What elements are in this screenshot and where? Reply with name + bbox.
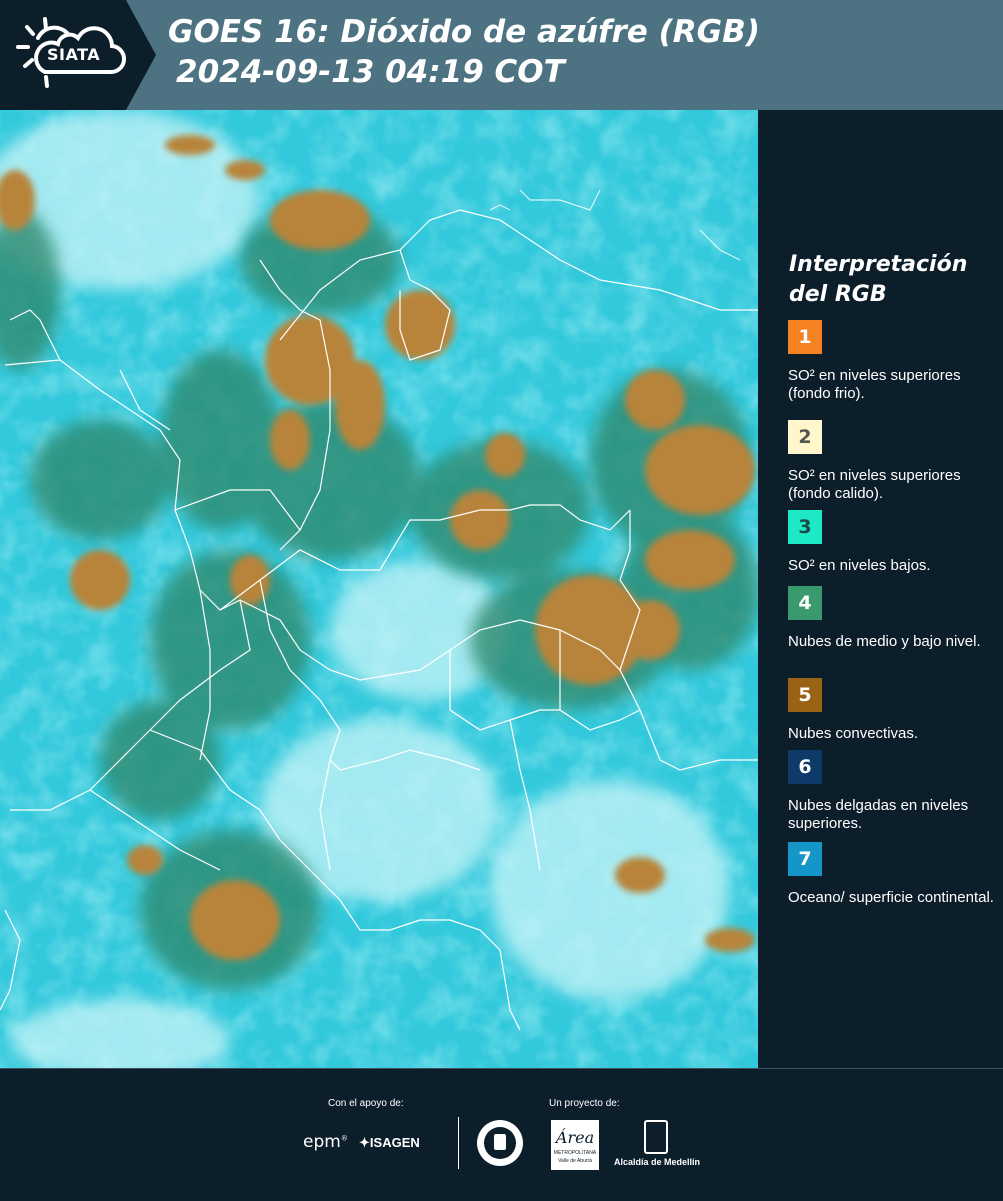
legend-swatch-4: 4: [788, 586, 822, 620]
area-metropolitana-logo[interactable]: Área METROPOLITANA Valle de Aburrá: [551, 1120, 599, 1170]
legend-item-1: 1 SO² en niveles superiores (fondo frio)…: [788, 320, 998, 403]
epm-logo[interactable]: epm®: [303, 1132, 348, 1152]
satellite-map[interactable]: [0, 110, 758, 1068]
legend-label-5: Nubes convectivas.: [788, 725, 919, 742]
legend-swatch-2: 2: [788, 420, 822, 454]
legend-title-line1: Interpretación: [789, 252, 968, 277]
isagen-icon: ✦: [359, 1135, 370, 1150]
page-title: GOES 16: Dióxido de azúfre (RGB): [168, 14, 760, 50]
project-label: Un proyecto de:: [549, 1098, 620, 1109]
legend-item-6: 6 Nubes delgadas en niveles superiores.: [788, 750, 998, 833]
area-sub-text-2: Valle de Aburrá: [558, 1158, 592, 1164]
legend-item-3: 3 SO² en niveles bajos.: [788, 510, 998, 575]
support-label: Con el apoyo de:: [328, 1098, 404, 1109]
legend-swatch-1: 1: [788, 320, 822, 354]
legend-label-6: Nubes delgadas en niveles superiores.: [788, 797, 969, 832]
rgb-composite-image: [0, 110, 758, 1068]
shield-icon: [494, 1134, 506, 1150]
legend-swatch-7: 7: [788, 842, 822, 876]
footer-divider: [458, 1117, 459, 1169]
isagen-logo[interactable]: ✦ISAGEN: [359, 1135, 420, 1151]
legend-item-4: 4 Nubes de medio y bajo nivel.: [788, 586, 998, 651]
isagen-logo-text: ISAGEN: [369, 1135, 420, 1150]
medellin-seal-logo[interactable]: [477, 1120, 523, 1166]
legend-label-3: SO² en niveles bajos.: [788, 557, 931, 574]
footer: Con el apoyo de: Un proyecto de: epm® ✦I…: [0, 1068, 1003, 1201]
header-bar: SIATA GOES 16: Dióxido de azúfre (RGB) 2…: [0, 0, 1003, 110]
page-timestamp: 2024-09-13 04:19 COT: [176, 54, 565, 90]
legend-item-7: 7 Oceano/ superficie continental.: [788, 842, 998, 907]
logo-text: SIATA: [47, 45, 101, 64]
legend-item-2: 2 SO² en niveles superiores (fondo calid…: [788, 420, 998, 503]
siata-logo[interactable]: SIATA: [0, 0, 156, 110]
legend-label-2: SO² en niveles superiores (fondo calido)…: [788, 467, 961, 502]
legend-item-5: 5 Nubes convectivas.: [788, 678, 998, 743]
alcaldia-logo[interactable]: Alcaldía de Medellín: [611, 1120, 703, 1170]
area-logo-text: Área: [555, 1128, 595, 1147]
legend-label-1: SO² en niveles superiores (fondo frio).: [788, 367, 961, 402]
legend-swatch-5: 5: [788, 678, 822, 712]
alcaldia-logo-text: Alcaldía de Medellín: [613, 1157, 701, 1167]
legend-title: Interpretación del RGB: [789, 250, 989, 310]
legend-panel: Interpretación del RGB 1 SO² en niveles …: [760, 110, 1003, 1068]
legend-label-7: Oceano/ superficie continental.: [788, 889, 994, 906]
legend-swatch-3: 3: [788, 510, 822, 544]
epm-logo-text: epm: [303, 1132, 341, 1152]
legend-label-4: Nubes de medio y bajo nivel.: [788, 633, 981, 650]
legend-title-line2: del RGB: [789, 282, 887, 307]
alcaldia-crest-icon: [644, 1120, 668, 1154]
area-sub-text: METROPOLITANA: [553, 1150, 597, 1156]
legend-swatch-6: 6: [788, 750, 822, 784]
